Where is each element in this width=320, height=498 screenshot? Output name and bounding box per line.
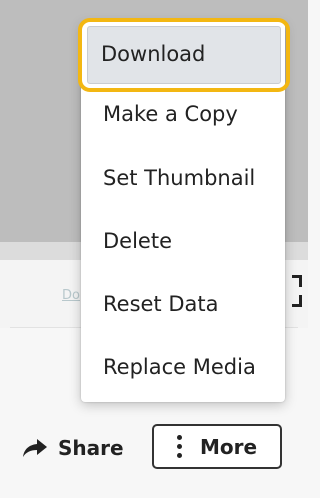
menu-item-set-thumbnail[interactable]: Set Thumbnail xyxy=(81,147,285,209)
more-button[interactable]: More xyxy=(152,424,282,469)
share-arrow-icon xyxy=(23,439,47,457)
menu-item-make-a-copy[interactable]: Make a Copy xyxy=(81,83,285,145)
menu-item-reset-data[interactable]: Reset Data xyxy=(81,273,285,335)
more-label: More xyxy=(199,434,258,459)
menu-item-delete[interactable]: Delete xyxy=(81,210,285,272)
menu-item-download[interactable]: Download xyxy=(87,26,281,84)
share-label: Share xyxy=(58,436,124,460)
occluded-link: Do xyxy=(62,288,80,303)
menu-item-replace-media[interactable]: Replace Media xyxy=(81,336,285,398)
vertical-ellipsis-icon xyxy=(176,435,182,458)
fullscreen-icon[interactable] xyxy=(288,275,302,307)
share-button[interactable]: Share xyxy=(22,430,124,466)
